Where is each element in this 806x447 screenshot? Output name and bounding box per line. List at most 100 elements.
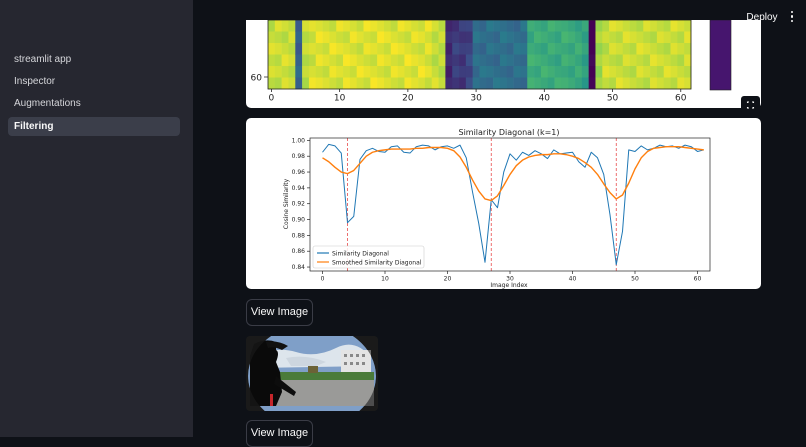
heatmap-cell xyxy=(513,31,521,44)
heatmap-cell xyxy=(295,20,303,32)
heatmap-cell xyxy=(554,31,562,44)
y-tick-label: 0.98 xyxy=(292,153,306,160)
heatmap-cell xyxy=(431,31,439,44)
heatmap-cell xyxy=(302,54,310,67)
heatmap-cell xyxy=(513,66,521,78)
heatmap-cell xyxy=(356,54,364,67)
similarity-heatmap-figure: 60 0 10 20 30 40 50 60 xyxy=(246,20,761,108)
heatmap-cell xyxy=(411,54,419,67)
heatmap-cell xyxy=(520,54,528,67)
heatmap-cell xyxy=(343,43,351,55)
heatmap-cell xyxy=(527,77,535,90)
heatmap-cell xyxy=(609,43,617,55)
heatmap-cell xyxy=(424,43,433,55)
heatmap-cell xyxy=(322,43,330,55)
heatmap-cell xyxy=(336,20,344,32)
heatmap-cell xyxy=(588,66,596,78)
heatmap-cell xyxy=(302,20,310,32)
series-line-smoothed xyxy=(322,146,704,202)
heatmap-cell xyxy=(288,31,296,44)
heatmap-cell xyxy=(397,77,405,90)
heatmap-cell xyxy=(397,54,405,67)
heatmap-cell xyxy=(370,54,378,67)
heatmap-cell xyxy=(302,31,310,44)
heatmap-cell xyxy=(643,20,651,32)
heatmap-cell xyxy=(418,20,426,32)
heatmap-cell xyxy=(424,54,433,67)
heatmap-cell xyxy=(465,66,473,78)
heatmap-cell xyxy=(534,54,542,67)
heatmap-cell xyxy=(377,66,385,78)
heatmap-cell xyxy=(370,77,378,90)
heatmap-cell xyxy=(588,77,596,90)
y-tick-label: 0.92 xyxy=(292,201,306,208)
heatmap-cell xyxy=(650,66,658,78)
heatmap-cell xyxy=(431,77,439,90)
heatmap-cell xyxy=(513,43,521,55)
heatmap-cell xyxy=(534,20,542,32)
heatmap-cell xyxy=(377,20,385,32)
heatmap-cell xyxy=(656,54,665,67)
heatmap-cell xyxy=(445,66,453,78)
heatmap-cell xyxy=(349,54,357,67)
heatmap-x-tick-label: 0 xyxy=(269,94,275,104)
view-image-button[interactable]: View Image xyxy=(246,299,313,326)
heatmap-cell xyxy=(513,54,521,67)
sidebar-item-inspector[interactable]: Inspector xyxy=(8,72,180,91)
heatmap-cell xyxy=(506,54,514,67)
heatmap-cell xyxy=(274,54,282,67)
heatmap-cell xyxy=(663,77,671,90)
heatmap-cell xyxy=(499,54,508,67)
heatmap-cell xyxy=(308,66,317,78)
fullscreen-button[interactable] xyxy=(741,96,760,114)
heatmap-cell xyxy=(281,43,289,55)
heatmap-cell xyxy=(663,31,671,44)
heatmap-cell xyxy=(343,77,351,90)
heatmap-cell xyxy=(315,54,323,67)
heatmap-cell xyxy=(513,77,521,90)
heatmap-cell xyxy=(554,43,562,55)
sidebar-item-augmentations[interactable]: Augmentations xyxy=(8,94,180,113)
heatmap-cell xyxy=(349,66,357,78)
kebab-menu-icon[interactable] xyxy=(787,11,797,25)
heatmap-cell xyxy=(581,77,589,90)
heatmap-cell xyxy=(663,20,671,32)
heatmap-cell xyxy=(554,66,562,78)
heatmap-cell xyxy=(677,43,685,55)
sidebar-item-streamlit-app[interactable]: streamlit app xyxy=(8,50,180,69)
heatmap-cell xyxy=(615,31,624,44)
heatmap-cell xyxy=(472,77,480,90)
heatmap-cell xyxy=(274,66,282,78)
heatmap-cell xyxy=(595,31,603,44)
heatmap-cell xyxy=(622,54,630,67)
sidebar-item-filtering[interactable]: Filtering xyxy=(8,117,180,136)
heatmap-cell xyxy=(329,20,337,32)
heatmap-cell xyxy=(479,31,487,44)
fisheye-photo xyxy=(246,336,378,411)
heatmap-cell xyxy=(315,77,323,90)
heatmap-cell xyxy=(404,43,412,55)
heatmap-cell xyxy=(629,66,637,78)
heatmap-cell xyxy=(459,77,467,90)
heatmap-cell xyxy=(595,54,603,67)
heatmap-x-tick-label: 30 xyxy=(470,94,482,104)
heatmap-cell xyxy=(670,20,678,32)
heatmap-cell xyxy=(663,43,671,55)
heatmap-cell xyxy=(295,43,303,55)
heatmap-cell xyxy=(281,66,289,78)
view-image-button-2[interactable]: View Image xyxy=(246,420,313,447)
heatmap-cell xyxy=(424,77,433,90)
heatmap-cell xyxy=(493,77,501,90)
chart-legend: Similarity Diagonal Smoothed Similarity … xyxy=(312,245,425,269)
heatmap-cell xyxy=(383,43,392,55)
heatmap-cell xyxy=(527,66,535,78)
heatmap-cell xyxy=(677,54,685,67)
image-thumbnail[interactable] xyxy=(246,336,378,411)
heatmap-x-tick-label: 20 xyxy=(402,94,414,104)
heatmap-cell xyxy=(643,54,651,67)
heatmap-cell xyxy=(677,77,685,90)
heatmap-cell xyxy=(622,31,630,44)
heatmap-cell xyxy=(445,20,453,32)
heatmap-cell xyxy=(499,77,508,90)
heatmap-cell xyxy=(288,43,296,55)
